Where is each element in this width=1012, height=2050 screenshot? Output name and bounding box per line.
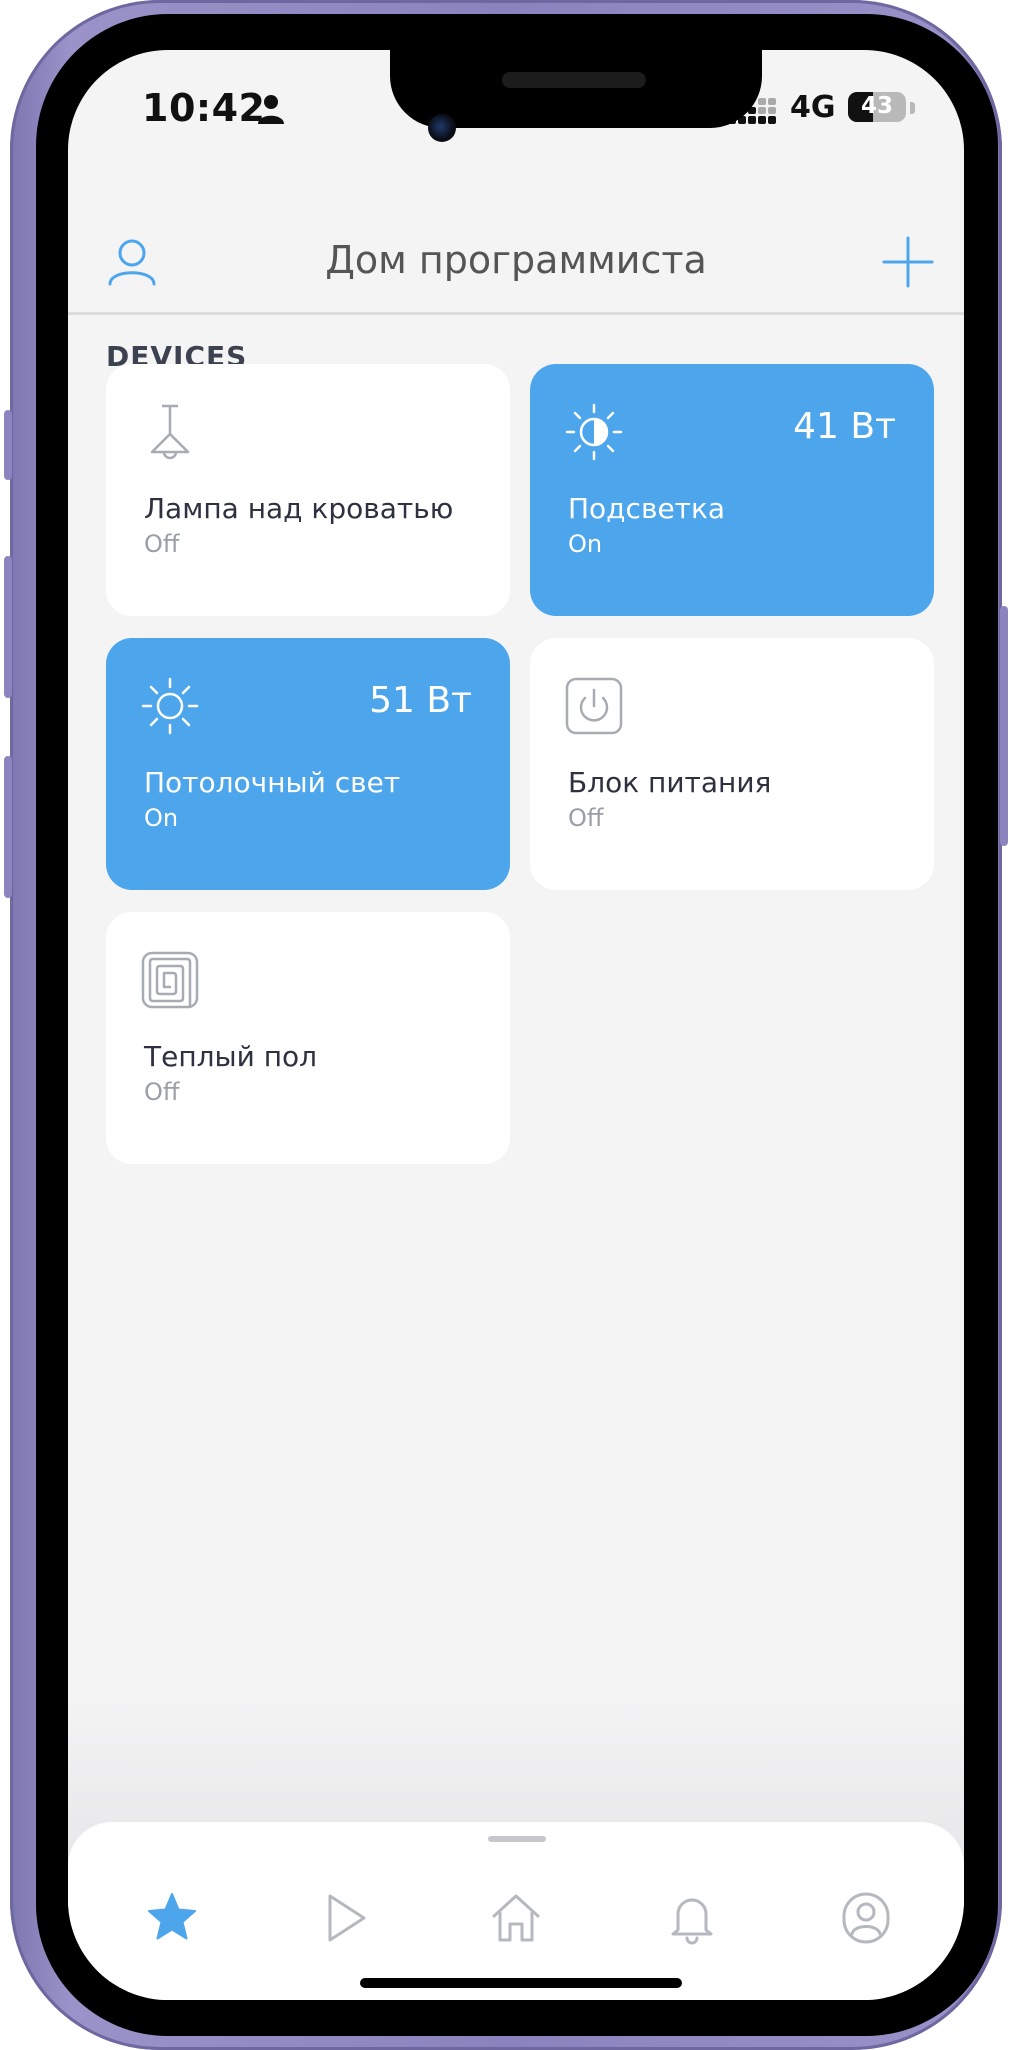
device-state: Off	[568, 804, 604, 832]
sun-icon	[141, 677, 199, 735]
device-card-heated-floor[interactable]: Теплый пол Off	[106, 912, 510, 1164]
status-time: 10:42	[142, 86, 266, 130]
volume-down-button	[4, 756, 12, 898]
star-icon[interactable]	[144, 1890, 200, 1946]
profile-icon[interactable]	[838, 1890, 894, 1946]
device-name: Потолочный свет	[144, 766, 401, 799]
device-state: On	[568, 530, 603, 558]
device-card-backlight[interactable]: 41 Вт Подсветка On	[530, 364, 934, 616]
device-card-ceiling-light[interactable]: 51 Вт Потолочный свет On	[106, 638, 510, 890]
person-icon	[258, 95, 284, 124]
device-name: Теплый пол	[144, 1040, 318, 1073]
screen: 10:42 4G 43 Дом программиста DEVICES Лам…	[68, 50, 964, 2000]
battery-tip	[910, 102, 915, 114]
device-name: Подсветка	[568, 492, 726, 525]
play-icon[interactable]	[318, 1890, 374, 1946]
home-icon[interactable]	[488, 1890, 544, 1946]
device-name: Лампа над кроватью	[144, 492, 454, 525]
dimmer-sun-icon	[565, 403, 623, 461]
app-header: Дом программиста	[68, 162, 964, 315]
battery-percent: 43	[860, 93, 893, 119]
device-power: 41 Вт	[793, 406, 896, 447]
phone-frame: 10:42 4G 43 Дом программиста DEVICES Лам…	[4, 0, 1008, 2050]
plus-icon[interactable]	[880, 234, 936, 290]
bottom-nav	[68, 1822, 964, 2000]
home-indicator[interactable]	[360, 1978, 682, 1988]
power-button	[1000, 606, 1008, 846]
power-socket-icon	[565, 677, 623, 735]
front-camera	[428, 114, 456, 142]
device-state: Off	[144, 1078, 180, 1106]
device-card-power-supply[interactable]: Блок питания Off	[530, 638, 934, 890]
device-card-bed-lamp[interactable]: Лампа над кроватью Off	[106, 364, 510, 616]
heated-floor-icon	[141, 951, 199, 1009]
device-state: On	[144, 804, 179, 832]
sheet-handle[interactable]	[488, 1836, 546, 1842]
volume-up-button	[4, 556, 12, 698]
speaker	[502, 72, 646, 88]
bell-icon[interactable]	[664, 1890, 720, 1946]
battery-icon: 43	[848, 92, 906, 122]
device-name: Блок питания	[568, 766, 772, 799]
pendant-lamp-icon	[150, 404, 190, 460]
device-power: 51 Вт	[369, 680, 472, 721]
silent-switch	[4, 410, 12, 480]
device-state: Off	[144, 530, 180, 558]
page-title: Дом программиста	[325, 238, 707, 282]
network-type: 4G	[790, 90, 836, 125]
